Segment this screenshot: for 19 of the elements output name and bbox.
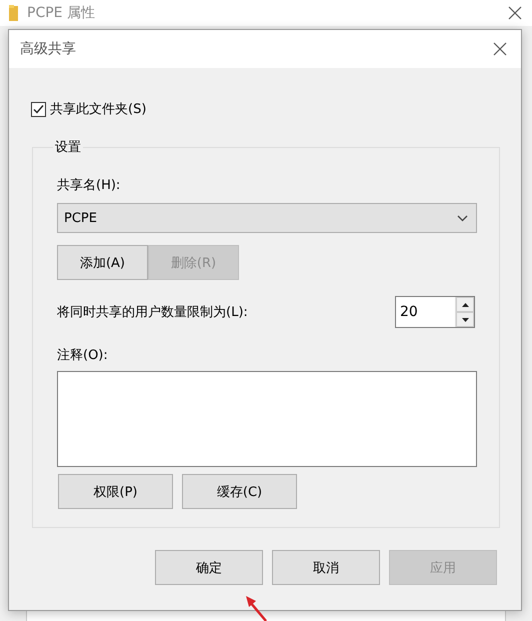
dialog-title: 高级共享 <box>20 40 77 58</box>
checkbox[interactable] <box>31 102 46 116</box>
limit-label: 将同时共享的用户数量限制为(L): <box>57 304 248 321</box>
share-name-dropdown[interactable]: PCPE <box>57 203 477 233</box>
folder-icon <box>9 5 18 21</box>
permissions-button[interactable]: 权限(P) <box>58 474 173 509</box>
cancel-button[interactable]: 取消 <box>272 550 380 585</box>
ok-button[interactable]: 确定 <box>155 550 263 585</box>
caching-button[interactable]: 缓存(C) <box>182 474 297 509</box>
checkbox-label[interactable]: 共享此文件夹(S) <box>50 100 146 118</box>
comment-field[interactable] <box>57 371 477 467</box>
comment-label: 注释(O): <box>57 347 109 364</box>
window-title: PCPE 属性 <box>27 4 96 22</box>
add-button[interactable]: 添加(A) <box>57 245 148 280</box>
close-icon[interactable] <box>493 42 507 56</box>
share-name-label: 共享名(H): <box>57 177 122 194</box>
group-title: 设置 <box>54 139 82 156</box>
chevron-down-icon <box>457 214 468 222</box>
close-icon[interactable] <box>508 6 522 20</box>
